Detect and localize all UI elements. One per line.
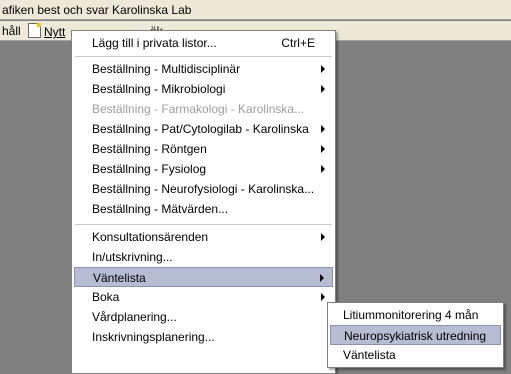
- new-document-icon: [28, 23, 41, 38]
- submenu-item-lithium-monitoring[interactable]: Litiummonitorering 4 mån: [330, 305, 501, 325]
- context-menu: Lägg till i privata listor... Ctrl+E Bes…: [71, 30, 336, 374]
- menu-item-order-pharmacology: Beställning - Farmakologi - Karolinska..…: [92, 102, 305, 116]
- menu-item-admission[interactable]: In/utskrivning...: [74, 247, 333, 267]
- menu-separator: [75, 56, 332, 57]
- menu-item-book[interactable]: Boka: [74, 287, 333, 307]
- submenu-arrow-icon: [321, 233, 325, 241]
- waiting-list-submenu: Litiummonitorering 4 mån Neuropsykiatris…: [327, 302, 504, 368]
- window-title: afiken best och svar Karolinska Lab: [2, 3, 192, 17]
- menu-separator: [75, 224, 332, 225]
- submenu-arrow-icon: [321, 165, 325, 173]
- menu-item-admission-planning[interactable]: Inskrivningsplanering...: [74, 327, 333, 347]
- submenu-arrow-icon: [321, 85, 325, 93]
- menu-item-order-pathology[interactable]: Beställning - Pat/Cytologilab - Karolins…: [74, 119, 333, 139]
- menu-item-order-multidisciplinary[interactable]: Beställning - Multidisciplinär: [74, 59, 333, 79]
- toolbar-item-hall[interactable]: håll: [2, 23, 21, 39]
- menu-item-consultations[interactable]: Konsultationsärenden: [74, 227, 333, 247]
- submenu-item-waiting-list[interactable]: Väntelista: [330, 345, 501, 365]
- menu-item-care-planning[interactable]: Vårdplanering...: [74, 307, 333, 327]
- menu-item-order-radiology[interactable]: Beställning - Röntgen: [74, 139, 333, 159]
- submenu-arrow-icon: [321, 125, 325, 133]
- window-title-bar: afiken best och svar Karolinska Lab: [0, 0, 511, 20]
- submenu-arrow-icon: [320, 274, 324, 282]
- submenu-arrow-icon: [321, 145, 325, 153]
- submenu-item-neuropsychiatric-assessment[interactable]: Neuropsykiatrisk utredning: [330, 325, 501, 345]
- menu-item-order-neurophysiology[interactable]: Beställning - Neurofysiologi - Karolinsk…: [74, 179, 333, 199]
- menu-item-waiting-list[interactable]: Väntelista: [74, 267, 333, 287]
- submenu-arrow-icon: [321, 65, 325, 73]
- new-button-label: Nytt: [44, 25, 66, 39]
- shortcut-ctrl-e: Ctrl+E: [281, 36, 315, 50]
- menu-item-order-measurements[interactable]: Beställning - Mätvärden...: [74, 199, 333, 219]
- menu-item-order-physiology[interactable]: Beställning - Fysiolog: [74, 159, 333, 179]
- new-button[interactable]: Nytt: [28, 23, 65, 39]
- menu-item-order-microbiology[interactable]: Beställning - Mikrobiologi: [74, 79, 333, 99]
- submenu-arrow-icon: [321, 293, 325, 301]
- menu-item-add-private-list[interactable]: Lägg till i privata listor... Ctrl+E: [74, 33, 333, 53]
